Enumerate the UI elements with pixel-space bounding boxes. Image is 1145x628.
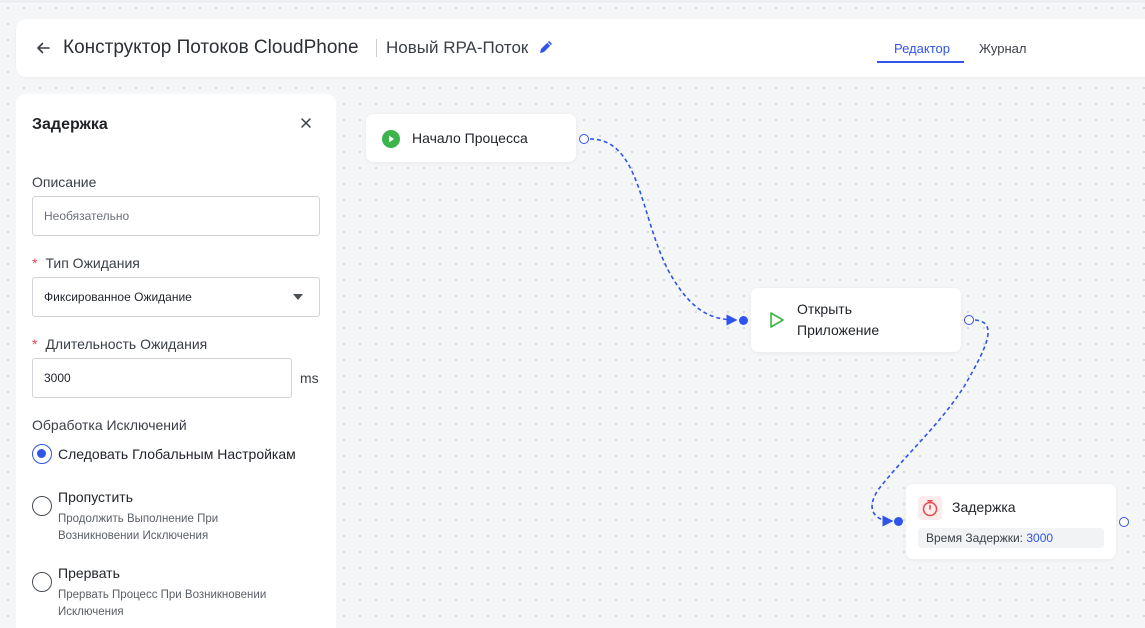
node-delay-output-port[interactable] — [1119, 517, 1129, 527]
delay-detail-value: 3000 — [1026, 531, 1054, 545]
radio-abort[interactable] — [32, 572, 52, 592]
node-open-app-input-port[interactable] — [739, 316, 748, 325]
node-start-label: Начало Процесса — [412, 130, 528, 146]
flow-name[interactable]: Новый RPA-Поток — [386, 38, 528, 58]
wait-type-value: Фиксированное Ожидание — [44, 290, 192, 304]
arrow-left-icon — [37, 42, 50, 54]
edit-name-button[interactable] — [538, 39, 554, 55]
wait-duration-value: 3000 — [44, 371, 71, 385]
node-delay-icon-wrap — [918, 496, 942, 520]
tab-editor[interactable]: Редактор — [894, 41, 950, 56]
description-placeholder: Необязательно — [44, 209, 130, 223]
tab-journal[interactable]: Журнал — [979, 41, 1026, 56]
node-open-app-label: Открыть Приложение — [797, 301, 880, 338]
panel-title: Задержка — [32, 116, 108, 133]
radio-abort-label[interactable]: Прервать — [58, 565, 120, 581]
radio-abort-description: Прервать Процесс При Возникновении Исклю… — [58, 589, 267, 618]
required-asterisk: * — [32, 336, 38, 352]
play-circle-icon — [382, 130, 400, 148]
back-button[interactable] — [36, 37, 52, 59]
exception-handling-label: Обработка Исключений — [32, 417, 187, 433]
node-open-app-output-port[interactable] — [964, 315, 974, 325]
wait-duration-input[interactable]: 3000 — [32, 358, 292, 398]
wait-type-label: * Тип Ожидания — [32, 255, 140, 271]
description-label: Описание — [32, 174, 97, 190]
radio-skip-label[interactable]: Пропустить — [58, 489, 133, 505]
pencil-icon — [540, 41, 552, 53]
app-title: Конструктор Потоков CloudPhone — [63, 37, 359, 58]
connection-start-to-open-app — [589, 138, 738, 326]
wait-type-select[interactable]: Фиксированное Ожидание — [32, 277, 320, 317]
title-divider — [376, 39, 377, 57]
radio-skip-description: Продолжить Выполнение При Возникновении … — [58, 513, 219, 542]
node-open-app[interactable]: Открыть Приложение — [751, 288, 961, 352]
required-asterisk: * — [32, 255, 38, 271]
app-header: Конструктор Потоков CloudPhone Новый RPA… — [16, 19, 1145, 77]
node-start[interactable]: Начало Процесса — [366, 114, 576, 162]
radio-skip[interactable] — [32, 496, 52, 516]
radio-follow-global-label[interactable]: Следовать Глобальным Настройкам — [58, 446, 296, 462]
close-panel-button[interactable] — [298, 115, 314, 131]
stopwatch-icon — [922, 500, 938, 517]
description-input[interactable]: Необязательно — [32, 196, 320, 236]
wait-duration-label: * Длительность Ожидания — [32, 336, 208, 352]
node-settings-panel: Задержка Описание Необязательно * Тип Ожи… — [16, 94, 336, 628]
node-delay-detail: Время Задержки: 3000 — [918, 528, 1104, 548]
node-delay[interactable]: Задержка Время Задержки: 3000 — [906, 484, 1116, 559]
radio-follow-global[interactable] — [32, 444, 52, 464]
wait-duration-unit: ms — [300, 370, 319, 386]
active-tab-indicator — [877, 61, 964, 63]
node-start-output-port[interactable] — [579, 134, 589, 144]
node-delay-input-port[interactable] — [894, 517, 903, 526]
chevron-down-icon — [293, 294, 303, 300]
close-icon — [301, 118, 311, 128]
play-outline-icon — [770, 312, 784, 328]
node-delay-label: Задержка — [952, 499, 1016, 515]
delay-detail-label: Время Задержки: — [926, 531, 1024, 545]
top-bar-divider — [0, 0, 1145, 3]
